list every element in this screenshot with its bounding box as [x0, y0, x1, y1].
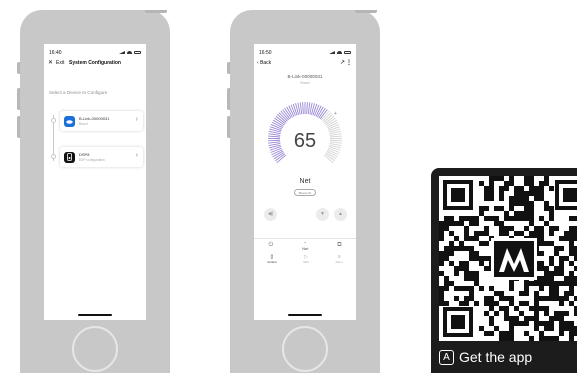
nav-item-label: Control	[267, 259, 277, 264]
select-device-prompt: Select a Device to Configure	[49, 90, 108, 95]
qr-card: A Get the app	[431, 168, 577, 373]
volume-value: 65	[294, 130, 316, 152]
device-name: B-Link-00000031	[79, 116, 110, 121]
phone-screen: 16:40 ✕ Exit System Configuration Select…	[44, 44, 146, 320]
nav-item-control[interactable]: ▯ Control	[267, 254, 276, 269]
phone-screen: 16:50 ‹ Back ↗ ⋮ B-Link-00000031 Brand 6…	[254, 44, 356, 320]
power-icon[interactable]: ⏻	[268, 242, 273, 249]
source-tab-label: Net	[302, 245, 309, 251]
phone-frame-left: 16:40 ✕ Exit System Configuration Select…	[17, 10, 170, 373]
dial-tick	[299, 102, 303, 115]
battery-icon	[134, 51, 141, 54]
speaker-device-icon	[64, 151, 75, 163]
dial-tick	[268, 139, 281, 142]
cloud-device-icon	[64, 115, 75, 127]
dial-tick	[329, 139, 342, 142]
nav-item-src[interactable]: ▷ SRC	[303, 254, 309, 269]
dial-tick	[268, 141, 281, 144]
device-card-dsp8[interactable]: DSP8 DSP configuration ›	[60, 147, 143, 167]
volume-down-icon[interactable]: ▼	[316, 208, 329, 221]
dial-tick	[307, 102, 311, 115]
mute-icon[interactable]: ◀)	[264, 208, 277, 221]
bluetooth-button[interactable]: Bluetooth	[294, 189, 316, 196]
signal-icon	[119, 51, 125, 54]
device-name: DSP8	[79, 152, 90, 157]
dial-tick	[329, 135, 342, 138]
source-label: Net	[299, 178, 311, 185]
chevron-right-icon: ›	[135, 152, 138, 159]
side-button	[17, 116, 20, 138]
dial-tick	[268, 133, 281, 136]
dial-tick	[329, 141, 342, 144]
nav-item-menu[interactable]: ≡ Menu	[336, 254, 343, 269]
status-bar: 16:40	[44, 44, 146, 56]
nav-bar: ✕ Exit System Configuration	[44, 58, 146, 70]
side-button	[227, 88, 230, 110]
phone-speaker	[145, 10, 167, 13]
side-button	[227, 116, 230, 138]
display-icon[interactable]: ⧉	[337, 242, 341, 249]
tab-row: ⏻ ⌃ Net ⧉	[254, 239, 356, 253]
status-time: 16:50	[259, 49, 272, 56]
status-bar: 16:50	[254, 44, 356, 56]
app-store-icon: A	[439, 349, 454, 365]
side-button	[227, 62, 230, 74]
phone-speaker	[355, 10, 377, 13]
dial-tick	[302, 102, 304, 115]
battery-icon	[344, 51, 351, 54]
back-label: Back	[260, 60, 272, 66]
dial-tick	[329, 133, 342, 136]
device-sub: DSP configuration	[79, 158, 105, 162]
device-name: B-Link-00000031	[287, 74, 323, 79]
volume-dial[interactable]: 65 +	[260, 95, 350, 171]
status-time: 16:40	[49, 49, 62, 56]
connector-dot	[51, 154, 56, 159]
page-title: System Configuration	[69, 60, 121, 66]
nav-item-label: SRC	[303, 259, 309, 264]
dial-tick	[306, 102, 308, 115]
get-app-label: Get the app	[459, 349, 533, 365]
share-icon[interactable]: ↗	[340, 59, 345, 66]
wifi-icon	[127, 51, 132, 54]
more-icon[interactable]: ⋮	[346, 59, 352, 66]
connector-dot	[51, 118, 56, 123]
qr-code[interactable]	[439, 176, 577, 341]
home-button	[282, 326, 328, 372]
home-indicator	[78, 314, 112, 316]
device-list: B-Link-00000031 Brand › DSP8 DSP configu…	[44, 109, 146, 179]
nav-bar: ‹ Back ↗ ⋮	[254, 58, 356, 70]
home-indicator	[288, 314, 322, 316]
source-tab[interactable]: ⌃ Net	[302, 241, 308, 251]
get-app-cta[interactable]: A Get the app	[439, 349, 532, 365]
signal-icon	[329, 51, 335, 54]
device-sub: Brand	[300, 81, 310, 85]
device-card-blink[interactable]: B-Link-00000031 Brand ›	[60, 111, 143, 131]
device-sub: Brand	[79, 122, 88, 126]
chevron-right-icon: ›	[135, 116, 138, 123]
nav-item-label: Menu	[335, 259, 343, 264]
wifi-icon	[337, 51, 342, 54]
side-button	[17, 88, 20, 110]
phone-frame-right: 16:50 ‹ Back ↗ ⋮ B-Link-00000031 Brand 6…	[227, 10, 380, 373]
side-button	[17, 62, 20, 74]
volume-up-icon[interactable]: ▲	[334, 208, 347, 221]
dial-tick	[268, 135, 281, 138]
plus-icon: +	[334, 111, 337, 117]
home-button	[72, 326, 118, 372]
bottom-nav: ▯ Control ▷ SRC ≡ Menu	[254, 253, 356, 269]
playback-controls: ◀) ▼ ▲	[254, 208, 356, 224]
back-button[interactable]: ‹ Back	[257, 60, 271, 66]
